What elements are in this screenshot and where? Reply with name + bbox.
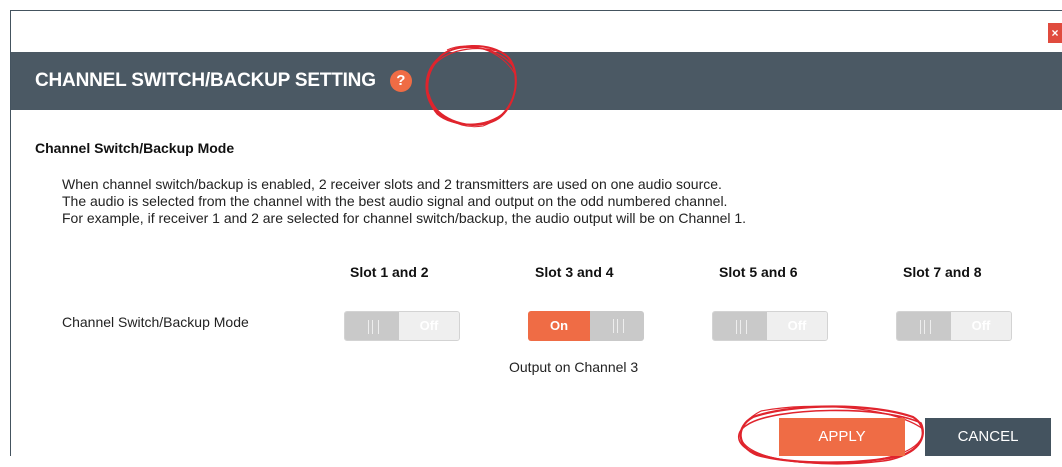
slot-header-3-4: Slot 3 and 4 [535,264,614,280]
toggle-slot-1-2[interactable]: Off [344,311,460,341]
toggle-slot-5-6[interactable]: Off [712,311,828,341]
toggle-knob [345,312,399,340]
toggle-slot-7-8[interactable]: Off [896,311,1012,341]
toggle-knob [897,312,951,340]
row-label: Channel Switch/Backup Mode [62,314,249,330]
channel-switch-dialog: × CHANNEL SWITCH/BACKUP SETTING ? Channe… [10,10,1062,465]
question-circle-icon[interactable]: ? [389,70,412,92]
slot-header-7-8: Slot 7 and 8 [903,264,982,280]
toggle-state-label: On [528,311,590,341]
slot-header-1-2: Slot 1 and 2 [350,264,429,280]
slot-header-5-6: Slot 5 and 6 [719,264,798,280]
toggle-state-label: Off [951,312,1011,340]
toggle-slot-3-4[interactable]: On [528,311,644,341]
section-title: Channel Switch/Backup Mode [35,140,235,156]
description-line: When channel switch/backup is enabled, 2… [62,176,722,192]
toggle-knob [713,312,767,340]
toggle-state-label: Off [399,312,459,340]
dialog-title: CHANNEL SWITCH/BACKUP SETTING [35,70,376,91]
cancel-button[interactable]: CANCEL [925,418,1051,456]
dialog-header: CHANNEL SWITCH/BACKUP SETTING ? [11,52,1062,110]
description-line: For example, if receiver 1 and 2 are sel… [62,210,747,226]
close-icon[interactable]: × [1048,23,1062,43]
toggle-state-label: Off [767,312,827,340]
description-line: The audio is selected from the channel w… [62,193,728,209]
description: When channel switch/backup is enabled, 2… [62,176,746,227]
apply-button[interactable]: APPLY [779,418,905,456]
toggle-knob [590,311,644,341]
output-channel-text: Output on Channel 3 [509,359,639,375]
